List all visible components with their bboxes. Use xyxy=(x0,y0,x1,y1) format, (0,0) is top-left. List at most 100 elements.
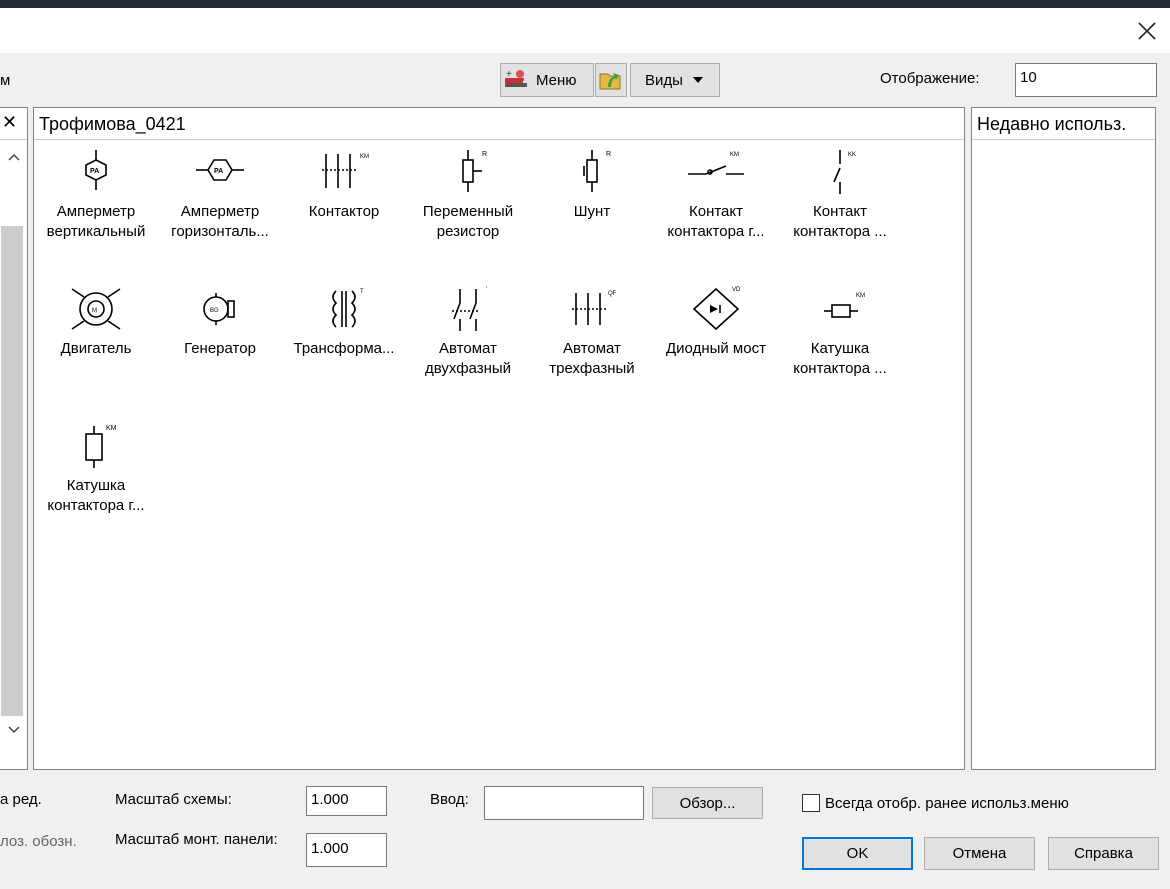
svg-text:PA: PA xyxy=(90,168,99,175)
item-label-line2: двухфазный xyxy=(424,360,512,377)
svg-text:': ' xyxy=(486,287,487,293)
svg-text:KM: KM xyxy=(730,152,739,158)
cancel-button[interactable]: Отмена xyxy=(924,837,1035,870)
scroll-down-icon[interactable] xyxy=(7,725,21,735)
item-label-line1: Амперметр xyxy=(56,203,136,220)
breaker-3phase-icon: QF xyxy=(572,291,617,325)
library-item[interactable]: QF Автомат трехфазный xyxy=(530,285,654,379)
item-label-line1: Контакт xyxy=(812,203,867,220)
item-label-line1: Автомат xyxy=(439,340,497,357)
item-label-line2: контактора г... xyxy=(667,223,765,240)
input-field[interactable] xyxy=(484,786,644,820)
svg-text:PA: PA xyxy=(214,168,223,175)
contactor-coil-v-icon: KM xyxy=(85,425,117,468)
item-label-line1: Диодный мост xyxy=(666,340,766,357)
library-item[interactable]: R Переменный резистор xyxy=(406,148,530,242)
library-item[interactable]: R Шунт xyxy=(530,148,654,222)
library-item[interactable]: KM Контакт контактора г... xyxy=(654,148,778,242)
contactor-contact-h-icon: KM xyxy=(688,152,744,175)
panel-scale-input[interactable]: 1.000 xyxy=(306,833,387,867)
library-item[interactable]: T Трансформа... xyxy=(282,285,406,359)
library-title: Трофимова_0421 xyxy=(34,108,964,140)
item-label-line1: Катушка xyxy=(66,477,126,494)
contactor-icon: KM xyxy=(322,154,369,188)
item-label-line1: Генератор xyxy=(184,340,256,357)
motor-icon: M xyxy=(71,288,121,330)
close-icon[interactable] xyxy=(1136,20,1158,42)
display-label: Отображение: xyxy=(880,70,980,87)
item-label-line1: Катушка xyxy=(810,340,870,357)
svg-text:KM: KM xyxy=(106,425,117,432)
library-item[interactable]: PA Амперметр вертикальный xyxy=(34,148,158,242)
scroll-up-icon[interactable] xyxy=(7,152,21,162)
item-label-line1: Двигатель xyxy=(60,340,132,357)
item-label-line1: Переменный xyxy=(422,203,514,220)
library-item[interactable]: KM Катушка контактора г... xyxy=(34,422,158,516)
item-label-line1: Трансформа... xyxy=(293,340,395,357)
diode-bridge-icon: VD xyxy=(692,287,741,331)
svg-text:BG: BG xyxy=(210,308,219,314)
library-item[interactable]: M Двигатель xyxy=(34,285,158,359)
svg-text:KK: KK xyxy=(848,152,856,158)
svg-text:KM: KM xyxy=(360,154,369,160)
ammeter-horizontal-icon: PA xyxy=(196,159,244,181)
window-top-strip xyxy=(0,0,1170,8)
item-label-line1: Автомат xyxy=(563,340,621,357)
svg-text:VD: VD xyxy=(732,287,741,293)
folder-up-icon xyxy=(599,73,621,90)
library-item[interactable]: VD Диодный мост xyxy=(654,285,778,359)
item-label-line2: контактора г... xyxy=(47,497,145,514)
left-clip-label-1: а ред. xyxy=(0,791,42,808)
input-label: Ввод: xyxy=(430,791,469,808)
title-bar xyxy=(0,8,1170,53)
svg-text:QF: QF xyxy=(608,291,617,297)
library-item[interactable]: KM Катушка контактора ... xyxy=(778,285,902,379)
always-show-label: Всегда отобр. ранее использ.меню xyxy=(825,795,1069,812)
svg-text:KM: KM xyxy=(856,293,865,299)
shunt-icon: R xyxy=(583,150,611,192)
help-button[interactable]: Справка xyxy=(1048,837,1159,870)
item-label-line2: контактора ... xyxy=(793,223,887,240)
item-label-line1: Контактор xyxy=(308,203,380,220)
svg-text:R: R xyxy=(606,151,611,158)
contactor-contact-v-icon: KK xyxy=(833,150,856,194)
library-item[interactable]: BG Генератор xyxy=(158,285,282,359)
left-clip-label-2: лоз. обозн. xyxy=(0,833,77,850)
library-item[interactable]: PA Амперметр горизонталь... xyxy=(158,148,282,242)
recent-title: Недавно использ. xyxy=(972,108,1155,140)
display-input[interactable]: 10 xyxy=(1015,63,1157,97)
svg-text:M: M xyxy=(92,308,97,314)
scrollbar-thumb[interactable] xyxy=(1,226,23,716)
variable-resistor-icon: R xyxy=(462,150,487,192)
library-item[interactable]: KM Контактор xyxy=(282,148,406,222)
library-item[interactable]: KK Контакт контактора ... xyxy=(778,148,902,242)
views-label: Виды xyxy=(645,71,683,89)
clipped-label: м xyxy=(0,72,11,89)
library-item[interactable]: ' Автомат двухфазный xyxy=(406,285,530,379)
library-panel: Трофимова_0421 PA Амперметр вертикальный PA… xyxy=(33,107,965,770)
svg-text:R: R xyxy=(482,151,487,158)
browse-button[interactable]: Обзор... xyxy=(652,787,763,819)
panel-scale-label: Масштаб монт. панели: xyxy=(115,831,278,848)
item-label-line1: Контакт xyxy=(688,203,743,220)
svg-text:+: + xyxy=(506,69,512,80)
menu-icon: + xyxy=(505,69,527,87)
left-panel: ✕ xyxy=(0,107,28,770)
item-label-line2: вертикальный xyxy=(46,223,146,240)
views-dropdown[interactable]: Виды xyxy=(630,63,720,97)
menu-button[interactable]: + Меню xyxy=(500,63,594,97)
item-label-line2: трехфазный xyxy=(549,360,635,377)
left-panel-close-icon[interactable]: ✕ xyxy=(0,108,27,140)
always-show-checkbox[interactable] xyxy=(802,794,820,812)
item-label-line2: контактора ... xyxy=(793,360,887,377)
item-label-line1: Шунт xyxy=(573,203,611,220)
breaker-2phase-icon: ' xyxy=(452,287,487,331)
recent-panel: Недавно использ. xyxy=(971,107,1156,770)
item-label-line2: резистор xyxy=(436,223,500,240)
generator-icon: BG xyxy=(203,293,235,325)
scheme-scale-input[interactable]: 1.000 xyxy=(306,786,387,816)
transformer-icon: T xyxy=(332,289,364,328)
folder-up-button[interactable] xyxy=(595,63,627,97)
ammeter-vertical-icon: PA xyxy=(85,150,107,190)
ok-button[interactable]: OK xyxy=(802,837,913,870)
